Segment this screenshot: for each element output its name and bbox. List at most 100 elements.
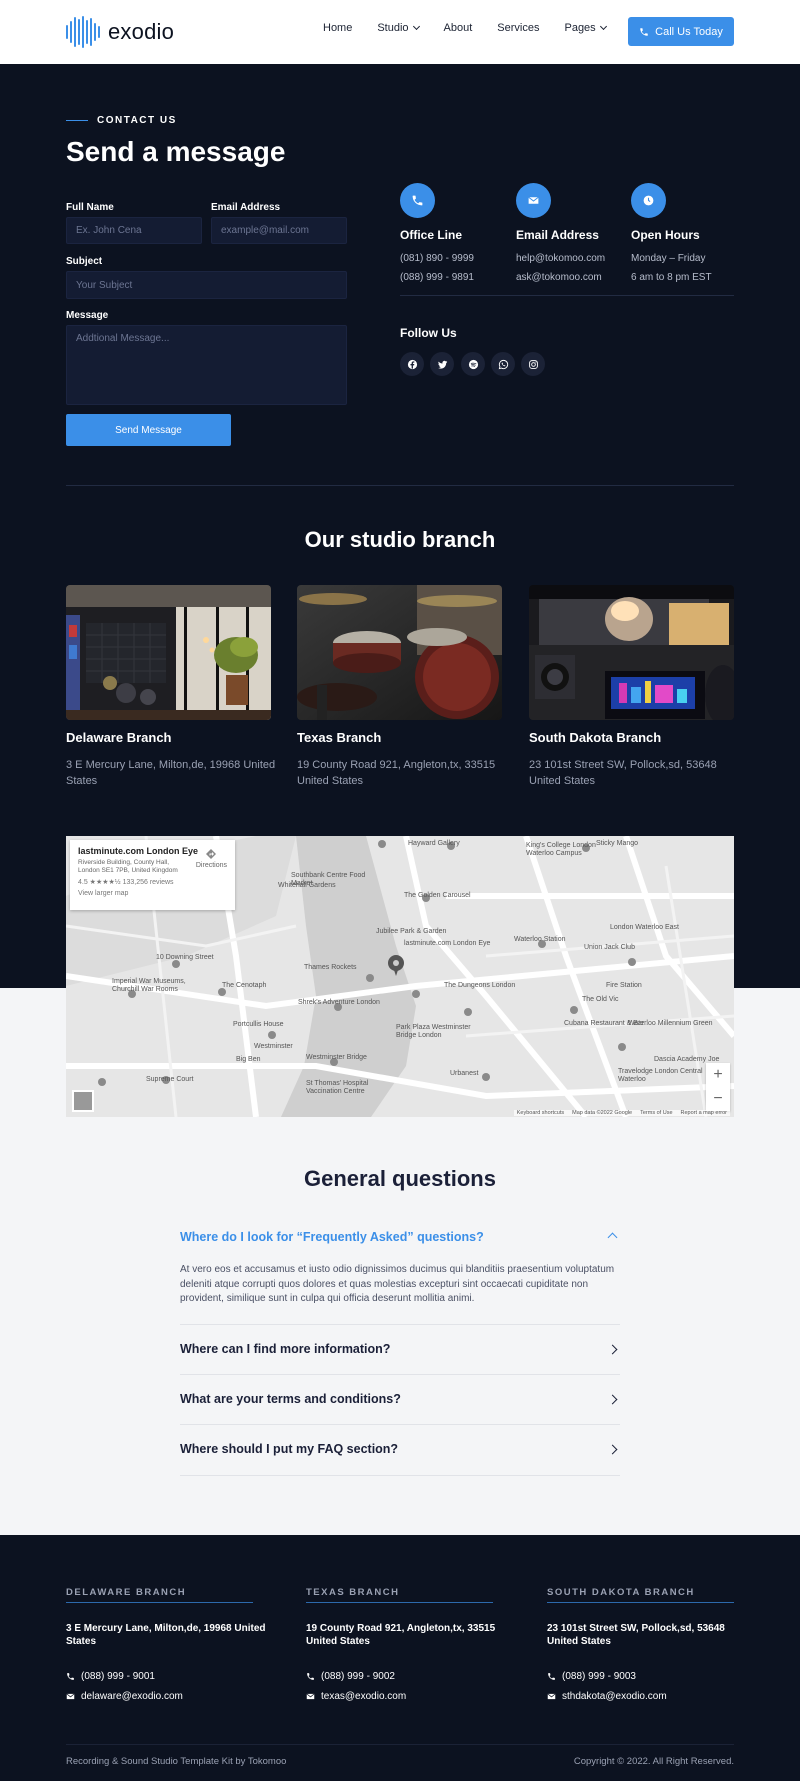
nav-about[interactable]: About [444, 22, 473, 34]
faq-question-3[interactable]: What are your terms and conditions? [180, 1392, 620, 1406]
logo[interactable]: exodio [66, 16, 174, 48]
nav-home[interactable]: Home [323, 22, 352, 34]
zoom-out-button[interactable]: − [713, 1090, 722, 1108]
clock-icon [643, 195, 654, 206]
envelope-icon [528, 196, 539, 204]
texas-branch-image[interactable] [297, 585, 502, 720]
eyebrow-text: CONTACT US [97, 115, 177, 126]
nav-pages[interactable]: Pages [564, 22, 607, 34]
whatsapp-icon [498, 359, 508, 369]
map-place-label: Thames Rockets [304, 964, 357, 971]
map-terms-link[interactable]: Terms of Use [640, 1110, 672, 1116]
spotify-icon [468, 359, 478, 369]
footer-delaware-phone[interactable]: (088) 999 - 9001 [66, 1671, 155, 1682]
email-input[interactable]: example@mail.com [211, 217, 347, 244]
view-larger-map-link[interactable]: View larger map [78, 890, 227, 897]
faq-question-2[interactable]: Where can I find more information? [180, 1342, 620, 1356]
faq-title: General questions [304, 1166, 496, 1191]
map-place-label: The Old Vic [582, 996, 619, 1003]
footer-heading-line [306, 1602, 493, 1603]
footer-copyright: Copyright © 2022. All Right Reserved. [573, 1756, 734, 1767]
faq-answer-1: At vero eos et accusamus et iusto odio d… [180, 1264, 615, 1304]
subject-input[interactable]: Your Subject [66, 271, 347, 299]
map-data-credit: Map data ©2022 Google [572, 1110, 633, 1116]
map-place-label: Supreme Court [146, 1076, 194, 1083]
footer-texas-phone[interactable]: (088) 999 - 9002 [306, 1671, 395, 1682]
footer-south-dakota-email[interactable]: sthdakota@exodio.com [547, 1691, 667, 1702]
contact-eyebrow: CONTACT US [66, 115, 177, 126]
directions-button[interactable]: Directions [196, 848, 227, 869]
subject-label: Subject [66, 256, 103, 267]
south-dakota-branch-name: South Dakota Branch [529, 730, 662, 745]
chevron-down-icon [599, 22, 607, 31]
footer-delaware-heading: DELAWARE BRANCH [66, 1587, 187, 1598]
twitter-link[interactable] [430, 352, 454, 376]
faq-question-1[interactable]: Where do I look for “Frequently Asked” q… [180, 1230, 620, 1244]
map-place-label: Jubilee Park & Garden [376, 928, 447, 935]
chevron-down-icon [412, 22, 420, 31]
keyboard-shortcuts-link[interactable]: Keyboard shortcuts [517, 1110, 564, 1116]
footer-delaware-phone-text: (088) 999 - 9001 [81, 1671, 155, 1682]
map-place-label: Imperial War Museums, Churchill War Room… [112, 978, 186, 993]
instagram-icon [528, 359, 538, 369]
map-rating-value: 4.5 ★★★★½ [78, 879, 121, 886]
map-place-label: lastminute.com London Eye [404, 940, 491, 947]
email-label: Email Address [211, 202, 281, 213]
footer-delaware-email-text: delaware@exodio.com [81, 1691, 183, 1702]
producer-studio-photo [529, 585, 734, 720]
phone-icon [67, 1673, 74, 1680]
drum-kit-photo [297, 585, 502, 720]
follow-us-title: Follow Us [400, 326, 457, 340]
map-place-label: 10 Downing Street [156, 954, 214, 961]
email-line-2[interactable]: ask@tokomoo.com [516, 272, 602, 283]
footer-texas-email[interactable]: texas@exodio.com [306, 1691, 406, 1702]
instagram-link[interactable] [521, 352, 545, 376]
zoom-in-button[interactable]: + [713, 1066, 722, 1084]
footer-south-dakota-phone-text: (088) 999 - 9003 [562, 1671, 636, 1682]
open-hours-time: 6 am to 8 pm EST [631, 272, 712, 283]
footer-texas-address: 19 County Road 921, Angleton,tx, 33515 U… [306, 1623, 496, 1647]
send-message-button[interactable]: Send Message [66, 414, 231, 446]
spotify-link[interactable] [461, 352, 485, 376]
map-place-label: London Waterloo East [610, 924, 680, 931]
google-map[interactable]: lastminute.com London Eye Riverside Buil… [66, 836, 734, 1117]
message-textarea[interactable]: Addtional Message... [66, 325, 347, 405]
street-view-thumbnail[interactable] [72, 1090, 94, 1112]
map-place-label: Waterloo Station [514, 936, 566, 943]
texas-branch-address: 19 County Road 921, Angleton,tx, 33515 U… [297, 759, 496, 787]
map-place-label: Westminster [254, 1043, 293, 1050]
office-phone-2: (088) 999 - 9891 [400, 272, 474, 283]
map-place-label: Travelodge London Central Waterloo [618, 1068, 703, 1083]
nav-services-label: Services [497, 22, 540, 34]
map-place-label: Urbanest [450, 1070, 479, 1077]
call-us-button[interactable]: Call Us Today [628, 17, 734, 46]
faq-divider [180, 1424, 620, 1425]
map-place-label: Big Ben [236, 1056, 261, 1063]
full-name-input[interactable]: Ex. John Cena [66, 217, 202, 244]
south-dakota-branch-image[interactable] [529, 585, 734, 720]
nav-pages-label: Pages [564, 22, 596, 34]
footer-texas-phone-text: (088) 999 - 9002 [321, 1671, 395, 1682]
facebook-link[interactable] [400, 352, 424, 376]
faq-question-4[interactable]: Where should I put my FAQ section? [180, 1442, 620, 1456]
nav-studio[interactable]: Studio [377, 22, 420, 34]
full-name-label: Full Name [66, 202, 114, 213]
delaware-branch-image[interactable] [66, 585, 271, 720]
email-address-title: Email Address [516, 228, 599, 242]
faq-divider [180, 1374, 620, 1375]
footer-delaware-email[interactable]: delaware@exodio.com [66, 1691, 183, 1702]
phone-icon [548, 1673, 555, 1680]
report-map-error-link[interactable]: Report a map error [681, 1110, 727, 1116]
map-place-label: Waterloo Millennium Green [628, 1020, 713, 1027]
map-place-label: Sticky Mango [596, 840, 639, 847]
footer-south-dakota-phone[interactable]: (088) 999 - 9003 [547, 1671, 636, 1682]
footer-divider [66, 1744, 734, 1745]
nav-services[interactable]: Services [497, 22, 539, 34]
map-place-label: Hayward Gallery [408, 840, 460, 847]
map-place-label: Union Jack Club [584, 944, 635, 951]
whatsapp-link[interactable] [491, 352, 515, 376]
section-divider [66, 485, 734, 486]
open-hours-days: Monday – Friday [631, 253, 706, 264]
email-line-1[interactable]: help@tokomoo.com [516, 253, 605, 264]
contact-title: Send a message [66, 136, 286, 167]
